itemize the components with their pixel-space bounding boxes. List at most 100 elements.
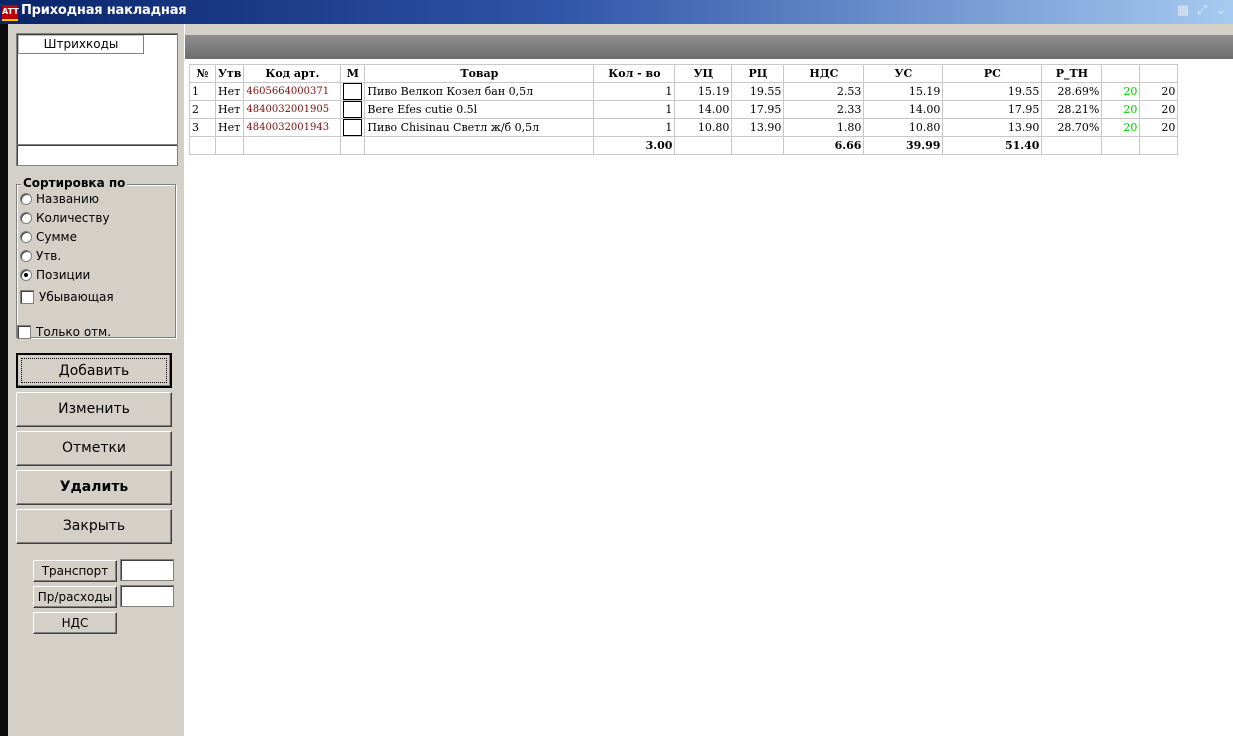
row-rs: 13.90 [942,118,1043,137]
radio-button-selected[interactable] [20,269,32,281]
window-controls: ▦ ⤢ ⌄ [1175,3,1229,19]
sort-option-sum[interactable]: Сумме [20,228,77,246]
sort-group-title: Сортировка по [21,176,128,190]
row-uc: 10.80 [674,118,733,137]
sort-option-label: Названию [36,192,99,206]
window-title: Приходная накладная [21,3,187,18]
col-header-r-tn[interactable]: Р_ТН [1041,64,1103,83]
row-mark-checkbox[interactable] [343,83,363,100]
radio-button[interactable] [20,212,32,224]
edit-button[interactable]: Изменить [16,392,172,427]
barcodes-header[interactable]: Штрихкоды [18,35,144,54]
close-button[interactable]: Закрыть [16,509,172,544]
col-header-extra-2[interactable] [1139,64,1179,83]
totals-empty [1139,136,1179,155]
table-row[interactable]: 1 Нет 4605664000371 Пиво Велкоп Козел ба… [189,82,1179,101]
row-r-tn: 28.70% [1041,118,1103,137]
row-us: 15.19 [863,82,944,101]
table-row[interactable]: 3 Нет 4840032001943 Пиво Chisinau Светл … [189,118,1179,137]
col-header-number[interactable]: № [189,64,216,83]
table-header-row: № Утв Код арт. М Товар Кол - во УЦ РЦ НД… [189,64,1179,83]
descending-checkbox-row[interactable]: Убывающая [20,290,114,304]
row-extra-2: 20 [1139,100,1179,119]
total-quantity: 3.00 [593,136,676,155]
row-uc: 15.19 [674,82,733,101]
col-header-uc[interactable]: УЦ [674,64,733,83]
totals-empty [189,136,216,155]
row-extra-1: 20 [1101,82,1141,101]
col-header-extra-1[interactable] [1101,64,1141,83]
col-header-vat[interactable]: НДС [783,64,865,83]
other-expenses-button[interactable]: Пр/расходы [33,586,117,608]
col-header-rs[interactable]: РС [942,64,1043,83]
total-vat: 6.66 [783,136,865,155]
only-marked-row[interactable]: Только отм. [17,325,111,339]
totals-row: 3.00 6.66 39.99 51.40 [189,136,1179,155]
maximize-icon[interactable]: ⤢ [1194,3,1210,19]
row-quantity: 1 [593,118,676,137]
col-header-product[interactable]: Товар [364,64,595,83]
row-approved: Нет [214,118,245,137]
row-rs: 19.55 [942,82,1043,101]
only-marked-label: Только отм. [36,325,112,339]
totals-empty [340,136,366,155]
radio-button[interactable] [20,250,32,262]
transport-button[interactable]: Транспорт [33,560,117,582]
sort-option-approved[interactable]: Утв. [20,247,61,265]
window-titlebar[interactable]: ATT Приходная накладная ▦ ⤢ ⌄ [0,0,1233,24]
totals-empty [1041,136,1103,155]
row-uc: 14.00 [674,100,733,119]
add-button[interactable]: Добавить [16,353,172,388]
col-header-code[interactable]: Код арт. [243,64,342,83]
row-mark-checkbox[interactable] [343,101,363,118]
row-r-tn: 28.69% [1041,82,1103,101]
totals-empty [731,136,785,155]
invoice-grid-area: № Утв Код арт. М Товар Кол - во УЦ РЦ НД… [185,24,1233,736]
row-number: 2 [189,100,216,119]
totals-empty [674,136,733,155]
transport-field[interactable] [120,559,174,581]
invoice-items-table[interactable]: № Утв Код арт. М Товар Кол - во УЦ РЦ НД… [189,64,1179,155]
barcode-input[interactable] [16,144,178,166]
chevron-down-icon[interactable]: ⌄ [1213,3,1229,19]
row-mark-cell[interactable] [340,118,366,137]
row-quantity: 1 [593,82,676,101]
totals-empty [243,136,342,155]
radio-button[interactable] [20,231,32,243]
row-rc: 19.55 [731,82,785,101]
other-expenses-field[interactable] [120,585,174,607]
sort-option-quantity[interactable]: Количеству [20,209,110,227]
row-product: Пиво Велкоп Козел бан 0,5л [364,82,595,101]
row-rs: 17.95 [942,100,1043,119]
row-mark-cell[interactable] [340,82,366,101]
sort-option-position[interactable]: Позиции [20,266,90,284]
col-header-us[interactable]: УС [863,64,944,83]
row-product: Bere Efes cutie 0.5l [364,100,595,119]
col-header-mark[interactable]: М [340,64,366,83]
sort-option-name[interactable]: Названию [20,190,99,208]
col-header-quantity[interactable]: Кол - во [593,64,676,83]
row-mark-checkbox[interactable] [343,119,363,136]
only-marked-checkbox[interactable] [17,325,31,339]
descending-checkbox[interactable] [20,290,34,304]
col-header-approved[interactable]: Утв [214,64,245,83]
row-us: 10.80 [863,118,944,137]
vat-button[interactable]: НДС [33,612,117,634]
row-us: 14.00 [863,100,944,119]
minimize-grid-icon[interactable]: ▦ [1175,3,1191,19]
row-mark-cell[interactable] [340,100,366,119]
delete-button[interactable]: Удалить [16,470,172,505]
row-extra-2: 20 [1139,118,1179,137]
row-extra-2: 20 [1139,82,1179,101]
row-r-tn: 28.21% [1041,100,1103,119]
totals-empty [214,136,245,155]
col-header-rc[interactable]: РЦ [731,64,785,83]
row-code: 4605664000371 [243,82,342,101]
radio-button[interactable] [20,193,32,205]
barcodes-list[interactable]: Штрихкоды [16,33,178,157]
table-row[interactable]: 2 Нет 4840032001905 Bere Efes cutie 0.5l… [189,100,1179,119]
left-border-strip [0,24,8,736]
sort-option-label: Количеству [36,211,110,225]
add-button-label: Добавить [21,358,167,383]
marks-button[interactable]: Отметки [16,431,172,466]
